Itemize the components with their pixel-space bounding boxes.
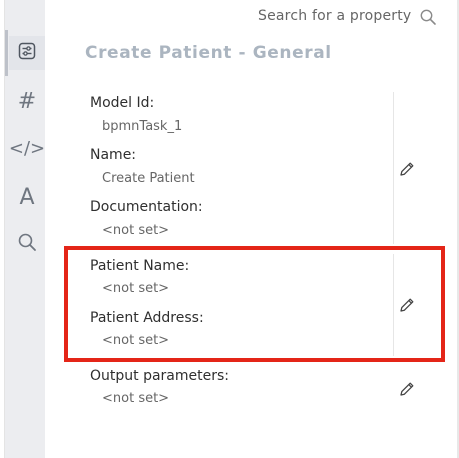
pencil-icon[interactable] (398, 380, 416, 398)
output-parameters-label: Output parameters: (90, 368, 230, 384)
sidebar: # </> A (5, 0, 45, 458)
pencil-icon[interactable] (398, 160, 416, 178)
documentation-value: <not set> (102, 223, 170, 238)
sidebar-active-indicator (5, 30, 8, 76)
name-value: Create Patient (102, 171, 195, 186)
output-parameters-value: <not set> (102, 391, 170, 406)
sidebar-item-code[interactable]: </> (9, 132, 45, 166)
search-icon[interactable] (419, 8, 437, 26)
properties-panel: # </> A Search for a property Create Pat… (0, 0, 459, 458)
name-label: Name: (90, 147, 137, 163)
hash-icon: # (17, 89, 37, 114)
documentation-label: Documentation: (90, 199, 203, 215)
code-icon: </> (8, 138, 46, 159)
group-divider (393, 92, 394, 244)
sliders-icon (18, 42, 36, 64)
search-icon (17, 232, 37, 256)
search-input[interactable]: Search for a property (258, 8, 411, 24)
model-id-label: Model Id: (90, 95, 155, 111)
panel-title: Create Patient - General (85, 43, 332, 63)
highlight-box (64, 246, 445, 362)
model-id-value: bpmnTask_1 (102, 119, 183, 134)
sidebar-item-font[interactable]: A (9, 181, 45, 215)
sidebar-item-hash[interactable]: # (9, 85, 45, 119)
sidebar-item-search[interactable] (9, 227, 45, 261)
font-icon: A (19, 185, 35, 210)
sidebar-item-general[interactable] (9, 36, 45, 70)
